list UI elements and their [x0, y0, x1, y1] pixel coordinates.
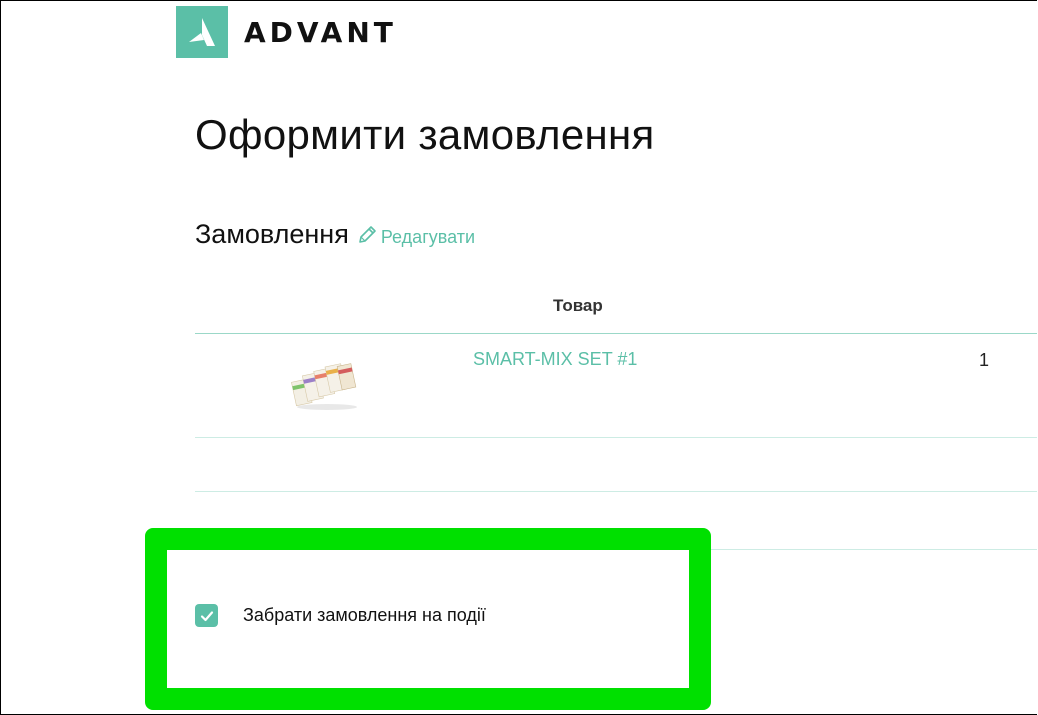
page-title: Оформити замовлення [195, 111, 655, 158]
edit-order-link[interactable]: Редагувати [357, 223, 475, 248]
row-divider [195, 491, 1037, 492]
advant-logo-icon [176, 6, 228, 58]
row-divider [195, 437, 1037, 438]
product-quantity: 1 [979, 350, 990, 370]
column-header-product: Товар [553, 296, 603, 315]
order-section-header: Замовлення Редагувати [195, 219, 475, 250]
logo[interactable]: ADVANT [176, 6, 397, 58]
section-title: Замовлення [195, 219, 349, 249]
edit-order-label: Редагувати [380, 227, 476, 247]
page-frame: ADVANT Оформити замовлення Замовлення Ре… [0, 0, 1037, 715]
highlight-box [145, 528, 711, 710]
logo-text: ADVANT [244, 15, 397, 49]
table-header-divider [195, 333, 1037, 334]
product-name-link[interactable]: SMART-MIX SET #1 [473, 349, 637, 370]
product-thumbnail[interactable] [287, 361, 367, 411]
pencil-icon [359, 226, 376, 243]
